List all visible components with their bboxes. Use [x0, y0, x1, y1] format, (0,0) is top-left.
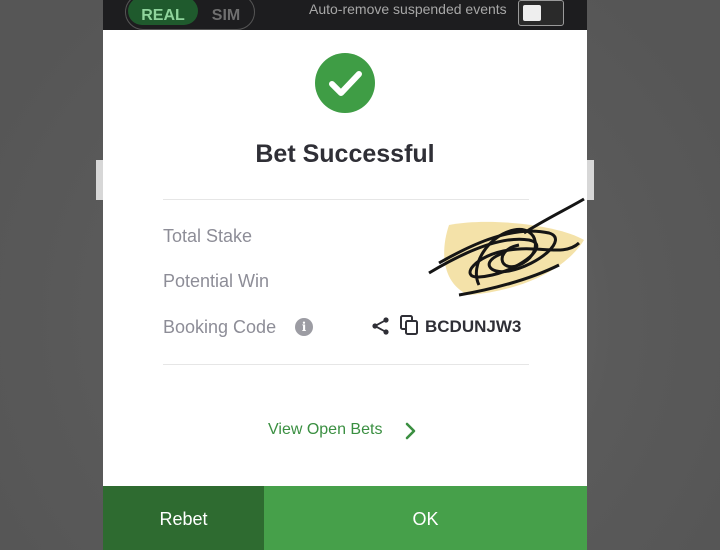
potential-win-label: Potential Win	[163, 271, 270, 291]
background-panel-edge-right	[586, 160, 594, 200]
bet-success-modal: REAL SIM Auto-remove suspended events Be…	[103, 0, 587, 550]
divider-bottom	[163, 364, 529, 365]
total-stake-label: Total Stake	[163, 226, 253, 246]
redaction-scribble	[428, 197, 585, 297]
booking-code-value[interactable]: BCDUNJW3	[425, 317, 521, 337]
mode-sim-option[interactable]: SIM	[204, 0, 248, 25]
mode-real-option[interactable]: REAL	[128, 0, 198, 25]
chevron-right-icon[interactable]	[403, 421, 419, 446]
view-open-bets-link[interactable]: View Open Bets	[268, 421, 382, 439]
rebet-button[interactable]: Rebet	[103, 486, 264, 550]
ok-button[interactable]: OK	[264, 486, 587, 550]
switch-knob	[523, 5, 541, 21]
booking-code-label: Booking Code	[163, 317, 277, 337]
top-bar: REAL SIM Auto-remove suspended events	[103, 0, 587, 30]
auto-remove-label: Auto-remove suspended events	[309, 1, 507, 17]
share-icon[interactable]	[371, 316, 391, 341]
real-sim-toggle[interactable]: REAL SIM	[125, 0, 255, 30]
check-circle-icon	[315, 53, 375, 113]
auto-remove-switch[interactable]	[518, 0, 564, 26]
modal-title: Bet Successful	[255, 140, 435, 168]
info-icon[interactable]: i	[295, 318, 313, 336]
copy-icon[interactable]	[399, 314, 421, 341]
